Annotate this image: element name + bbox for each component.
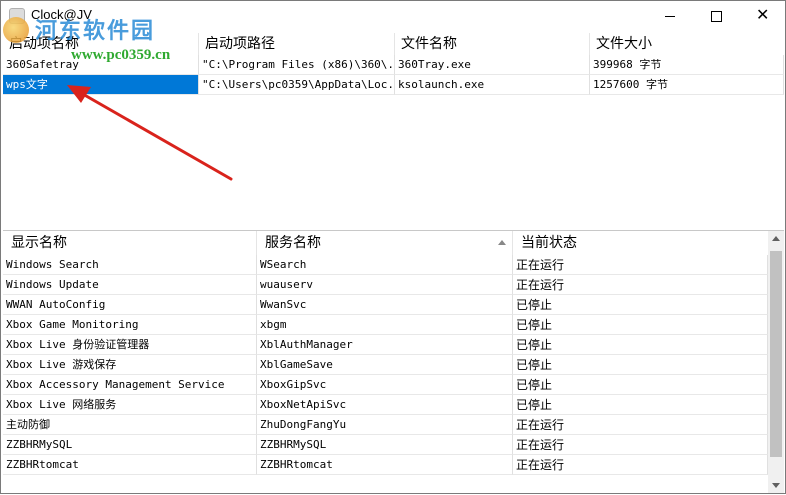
app-window: Clock@JV ✕ 启动项名称 启动项路径 文件名称 文件大小 360Safe… bbox=[0, 0, 786, 494]
annotation-arrow bbox=[67, 85, 233, 181]
